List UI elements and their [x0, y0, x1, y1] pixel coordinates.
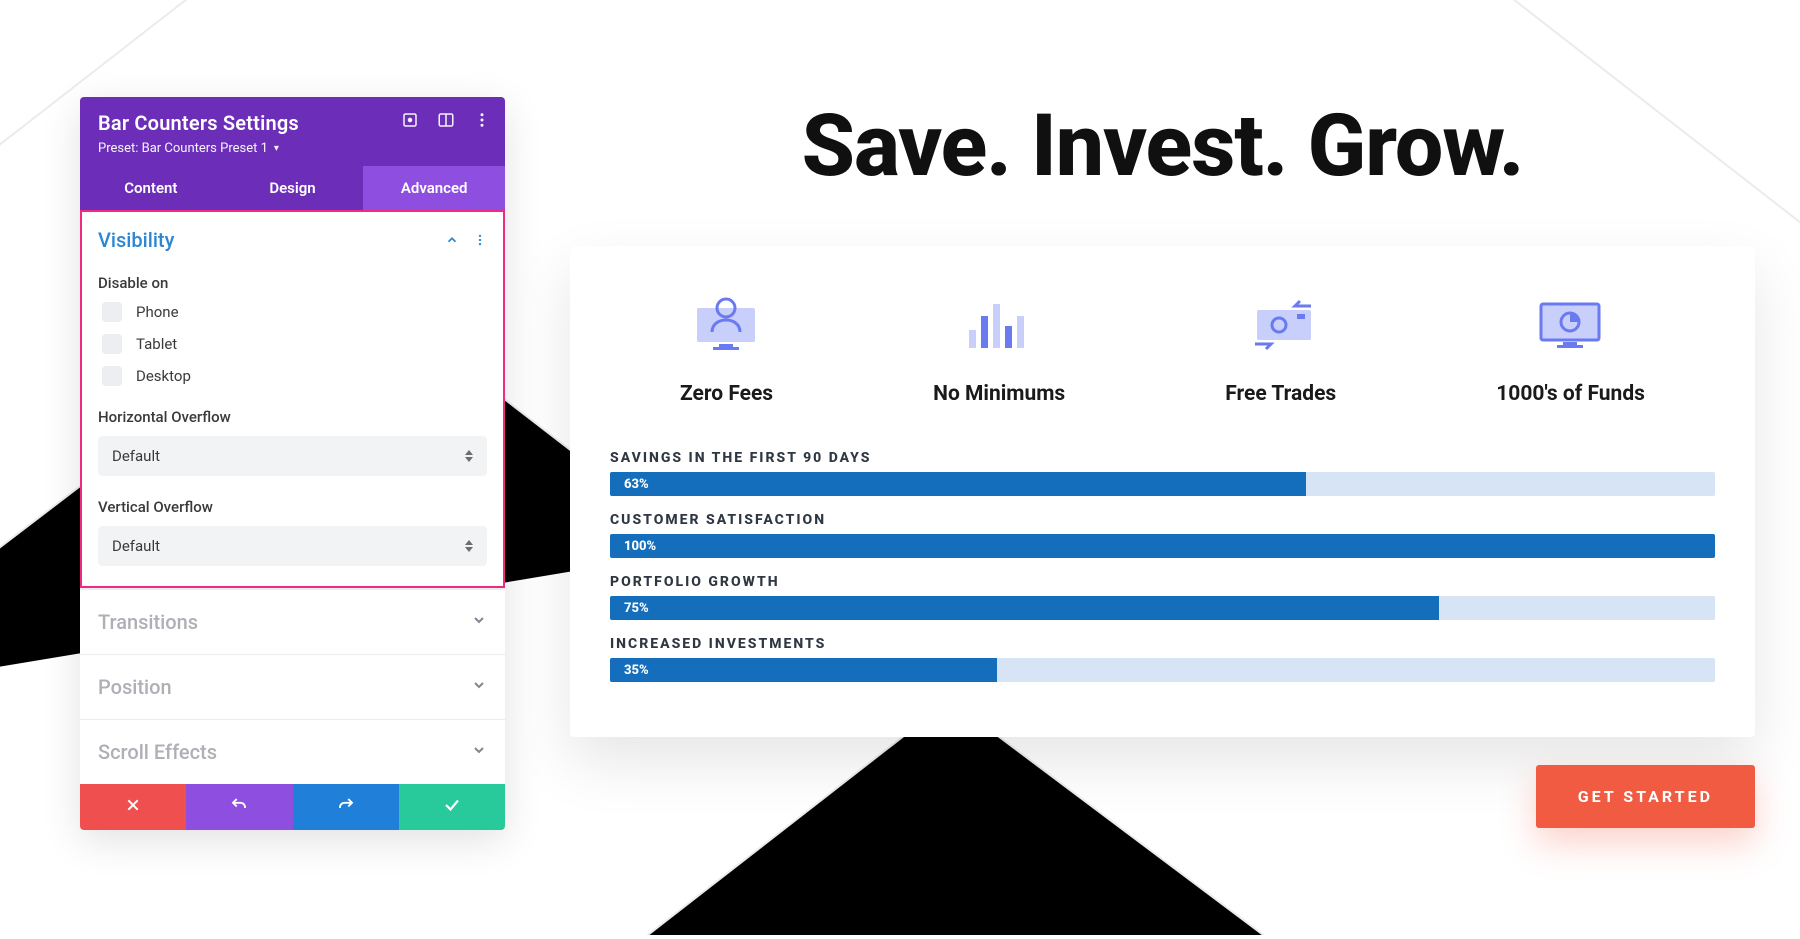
- bars-chart: SAVINGS IN THE FIRST 90 DAYS 63% CUSTOME…: [610, 450, 1715, 682]
- monitor-user-icon: [687, 294, 767, 354]
- more-vert-icon[interactable]: [473, 111, 491, 129]
- disable-on-phone-label: Phone: [136, 303, 179, 321]
- redo-icon: [337, 796, 355, 818]
- disable-on-label: Disable on: [98, 274, 487, 292]
- hero-title: Save. Invest. Grow.: [570, 95, 1755, 196]
- features-row: Zero Fees No Minimums: [610, 294, 1715, 406]
- bar-fill: 63%: [610, 472, 1306, 496]
- bar-chart-icon: [959, 294, 1039, 354]
- bar-label: INCREASED INVESTMENTS: [610, 636, 1715, 652]
- horizontal-overflow-select[interactable]: Default: [98, 436, 487, 476]
- bar-track: 35%: [610, 658, 1715, 682]
- disable-on-desktop-label: Desktop: [136, 367, 191, 385]
- expand-icon[interactable]: [401, 111, 419, 129]
- chevron-up-icon[interactable]: [445, 233, 459, 247]
- feature-zero-fees: Zero Fees: [680, 294, 773, 406]
- tab-design[interactable]: Design: [222, 166, 364, 210]
- feature-thousands-funds-label: 1000's of Funds: [1496, 382, 1645, 406]
- bar-track: 100%: [610, 534, 1715, 558]
- bar-counters-settings-panel: Bar Counters Settings Preset: Bar Counte…: [80, 97, 505, 830]
- section-scroll-effects[interactable]: Scroll Effects: [80, 719, 505, 784]
- chevron-down-icon: [471, 612, 487, 632]
- check-icon: [443, 796, 461, 818]
- feature-thousands-funds: 1000's of Funds: [1496, 294, 1645, 406]
- horizontal-overflow-value: Default: [112, 447, 160, 465]
- vertical-overflow-value: Default: [112, 537, 160, 555]
- bar-fill: 75%: [610, 596, 1439, 620]
- bar-portfolio-growth: PORTFOLIO GROWTH 75%: [610, 574, 1715, 620]
- disable-on-tablet-checkbox[interactable]: Tablet: [102, 334, 487, 354]
- cancel-button[interactable]: [80, 784, 186, 830]
- columns-icon[interactable]: [437, 111, 455, 129]
- disable-on-list: Phone Tablet Desktop: [98, 302, 487, 386]
- panel-body: Visibility Disable on Phone: [80, 210, 505, 784]
- monitor-pie-icon: [1531, 294, 1611, 354]
- bar-increased-investments: INCREASED INVESTMENTS 35%: [610, 636, 1715, 682]
- feature-zero-fees-label: Zero Fees: [680, 382, 773, 406]
- bar-track: 75%: [610, 596, 1715, 620]
- feature-card: Zero Fees No Minimums: [570, 246, 1755, 737]
- vertical-overflow-select[interactable]: Default: [98, 526, 487, 566]
- chevron-down-icon: [471, 677, 487, 697]
- section-transitions[interactable]: Transitions: [80, 589, 505, 654]
- section-visibility: Visibility Disable on Phone: [80, 210, 505, 588]
- select-caret-icon: [465, 450, 473, 462]
- bar-label: CUSTOMER SATISFACTION: [610, 512, 1715, 528]
- chevron-down-icon: [471, 742, 487, 762]
- scroll-effects-label: Scroll Effects: [98, 740, 217, 764]
- checkbox-icon: [102, 366, 122, 386]
- get-started-button[interactable]: GET STARTED: [1536, 765, 1755, 828]
- feature-free-trades: Free Trades: [1225, 294, 1336, 406]
- checkbox-icon: [102, 334, 122, 354]
- undo-button[interactable]: [186, 784, 292, 830]
- cta-label: GET STARTED: [1578, 787, 1713, 806]
- section-position[interactable]: Position: [80, 654, 505, 719]
- transitions-label: Transitions: [98, 610, 198, 634]
- panel-footer: [80, 784, 505, 830]
- bar-fill: 100%: [610, 534, 1715, 558]
- section-title-visibility: Visibility: [98, 228, 174, 252]
- money-exchange-icon: [1241, 294, 1321, 354]
- position-label: Position: [98, 675, 172, 699]
- bar-label: PORTFOLIO GROWTH: [610, 574, 1715, 590]
- preset-dropdown[interactable]: Preset: Bar Counters Preset 1 ▾: [98, 141, 279, 156]
- bar-label: SAVINGS IN THE FIRST 90 DAYS: [610, 450, 1715, 466]
- section-header-visibility[interactable]: Visibility: [98, 228, 487, 252]
- vertical-overflow-label: Vertical Overflow: [98, 498, 487, 516]
- feature-free-trades-label: Free Trades: [1225, 382, 1336, 406]
- save-button[interactable]: [399, 784, 505, 830]
- disable-on-desktop-checkbox[interactable]: Desktop: [102, 366, 487, 386]
- caret-down-icon: ▾: [274, 143, 279, 154]
- redo-button[interactable]: [293, 784, 399, 830]
- feature-no-minimums: No Minimums: [933, 294, 1065, 406]
- preview-area: Save. Invest. Grow. Zero Fees: [570, 95, 1755, 828]
- preset-label: Preset: Bar Counters Preset 1: [98, 141, 268, 156]
- feature-no-minimums-label: No Minimums: [933, 382, 1065, 406]
- checkbox-icon: [102, 302, 122, 322]
- disable-on-tablet-label: Tablet: [136, 335, 177, 353]
- bar-fill: 35%: [610, 658, 997, 682]
- bar-customer-satisfaction: CUSTOMER SATISFACTION 100%: [610, 512, 1715, 558]
- tab-content[interactable]: Content: [80, 166, 222, 210]
- disable-on-phone-checkbox[interactable]: Phone: [102, 302, 487, 322]
- close-icon: [125, 797, 141, 817]
- panel-header: Bar Counters Settings Preset: Bar Counte…: [80, 97, 505, 166]
- bar-track: 63%: [610, 472, 1715, 496]
- undo-icon: [230, 796, 248, 818]
- panel-tabs: Content Design Advanced: [80, 166, 505, 210]
- horizontal-overflow-label: Horizontal Overflow: [98, 408, 487, 426]
- select-caret-icon: [465, 540, 473, 552]
- more-vert-icon[interactable]: [473, 233, 487, 247]
- bar-savings-first-90-days: SAVINGS IN THE FIRST 90 DAYS 63%: [610, 450, 1715, 496]
- tab-advanced[interactable]: Advanced: [363, 166, 505, 210]
